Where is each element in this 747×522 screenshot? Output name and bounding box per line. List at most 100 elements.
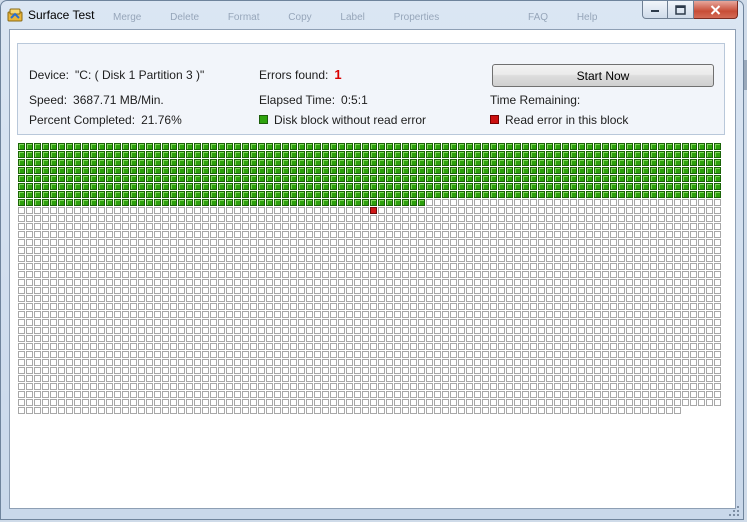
unscanned-block (434, 231, 441, 238)
unscanned-block (82, 359, 89, 366)
unscanned-block (442, 223, 449, 230)
unscanned-block (538, 231, 545, 238)
title-bar[interactable]: Surface Test Merge Delete Format Copy La… (1, 1, 743, 29)
unscanned-block (298, 271, 305, 278)
good-block (618, 143, 625, 150)
unscanned-block (66, 303, 73, 310)
good-block (658, 167, 665, 174)
good-block (282, 151, 289, 158)
unscanned-block (330, 279, 337, 286)
unscanned-block (346, 351, 353, 358)
unscanned-block (98, 271, 105, 278)
unscanned-block (514, 367, 521, 374)
unscanned-block (58, 223, 65, 230)
unscanned-block (514, 279, 521, 286)
good-block (274, 151, 281, 158)
unscanned-block (146, 327, 153, 334)
unscanned-block (34, 319, 41, 326)
unscanned-block (282, 327, 289, 334)
unscanned-block (402, 351, 409, 358)
unscanned-block (354, 383, 361, 390)
unscanned-block (314, 311, 321, 318)
unscanned-block (482, 319, 489, 326)
unscanned-block (482, 351, 489, 358)
minimize-button[interactable] (642, 1, 668, 19)
unscanned-block (490, 223, 497, 230)
unscanned-block (514, 343, 521, 350)
background-menu-item: Help (576, 12, 598, 23)
good-block (82, 167, 89, 174)
unscanned-block (714, 399, 721, 406)
unscanned-block (394, 399, 401, 406)
unscanned-block (490, 263, 497, 270)
unscanned-block (26, 367, 33, 374)
unscanned-block (466, 399, 473, 406)
good-block (538, 167, 545, 174)
unscanned-block (290, 399, 297, 406)
maximize-button[interactable] (668, 1, 694, 19)
unscanned-block (274, 239, 281, 246)
unscanned-block (554, 399, 561, 406)
close-button[interactable] (694, 1, 738, 19)
resize-grip-icon[interactable] (728, 505, 740, 517)
unscanned-block (290, 383, 297, 390)
unscanned-block (610, 303, 617, 310)
unscanned-block (530, 271, 537, 278)
unscanned-block (642, 255, 649, 262)
unscanned-block (410, 215, 417, 222)
good-block (50, 199, 57, 206)
unscanned-block (338, 231, 345, 238)
unscanned-block (514, 239, 521, 246)
unscanned-block (42, 263, 49, 270)
unscanned-block (506, 303, 513, 310)
unscanned-block (122, 303, 129, 310)
unscanned-block (338, 279, 345, 286)
unscanned-block (658, 231, 665, 238)
unscanned-block (42, 359, 49, 366)
good-block (474, 191, 481, 198)
good-block (258, 167, 265, 174)
unscanned-block (506, 271, 513, 278)
unscanned-block (26, 375, 33, 382)
unscanned-block (458, 247, 465, 254)
good-block (442, 167, 449, 174)
unscanned-block (538, 383, 545, 390)
start-now-button[interactable]: Start Now (492, 64, 714, 87)
unscanned-block (282, 279, 289, 286)
unscanned-block (714, 231, 721, 238)
unscanned-block (522, 287, 529, 294)
unscanned-block (418, 335, 425, 342)
unscanned-block (330, 359, 337, 366)
unscanned-block (58, 215, 65, 222)
unscanned-block (362, 255, 369, 262)
unscanned-block (170, 359, 177, 366)
unscanned-block (578, 207, 585, 214)
unscanned-block (626, 407, 633, 414)
unscanned-block (258, 263, 265, 270)
unscanned-block (554, 239, 561, 246)
unscanned-block (242, 295, 249, 302)
unscanned-block (250, 263, 257, 270)
good-block (706, 143, 713, 150)
unscanned-block (514, 231, 521, 238)
good-block (290, 143, 297, 150)
unscanned-block (666, 303, 673, 310)
unscanned-block (466, 207, 473, 214)
unscanned-block (218, 279, 225, 286)
unscanned-block (618, 295, 625, 302)
unscanned-block (42, 383, 49, 390)
unscanned-block (410, 383, 417, 390)
unscanned-block (314, 351, 321, 358)
unscanned-block (202, 407, 209, 414)
unscanned-block (26, 383, 33, 390)
good-block (338, 175, 345, 182)
good-block (698, 167, 705, 174)
unscanned-block (522, 359, 529, 366)
good-block (34, 151, 41, 158)
unscanned-block (394, 223, 401, 230)
unscanned-block (82, 255, 89, 262)
unscanned-block (578, 271, 585, 278)
unscanned-block (258, 327, 265, 334)
good-block (98, 175, 105, 182)
unscanned-block (682, 279, 689, 286)
